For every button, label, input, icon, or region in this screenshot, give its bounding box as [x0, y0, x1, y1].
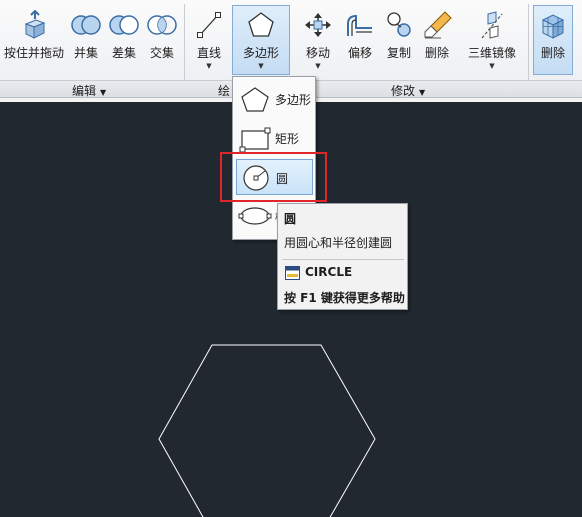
- hexagon-shape: [158, 344, 376, 517]
- erase-button[interactable]: 删除: [418, 6, 456, 76]
- erase-label: 删除: [424, 46, 449, 60]
- presspull-icon: [24, 10, 46, 39]
- copy-label: 复制: [386, 46, 411, 60]
- polygon-label: 多边形: [242, 46, 279, 60]
- eraser-icon: [424, 11, 452, 39]
- group-modify[interactable]: 修改 ▼: [391, 82, 425, 99]
- mirror3d-icon: [481, 11, 503, 39]
- subtract-label: 差集: [111, 46, 136, 60]
- subtract-icon: [109, 15, 139, 35]
- line-button[interactable]: 直线 ▼: [190, 6, 228, 76]
- tooltip-help: 按 F1 键获得更多帮助: [284, 291, 405, 305]
- extrude-label: 按住并拖动: [3, 46, 64, 60]
- move-label: 移动: [305, 46, 330, 60]
- extrude-button[interactable]: 按住并拖动: [2, 6, 66, 76]
- menu-item-polygon[interactable]: 多边形: [236, 81, 313, 117]
- move-icon: [305, 13, 331, 37]
- copy-button[interactable]: 复制: [380, 6, 418, 76]
- command-line-icon: [285, 266, 300, 280]
- line-dropdown-caret[interactable]: ▼: [206, 62, 211, 70]
- mirror3d-label: 三维镜像: [467, 46, 516, 60]
- polygon-dropdown-caret[interactable]: ▼: [258, 62, 263, 70]
- mirror3d-button[interactable]: 三维镜像 ▼: [462, 6, 522, 76]
- pentagon-icon: [248, 12, 274, 37]
- delete-cube-icon: [541, 14, 565, 39]
- tooltip-title: 圆: [284, 212, 297, 226]
- mirror3d-dropdown-caret[interactable]: ▼: [489, 62, 494, 70]
- group-draw[interactable]: 绘: [218, 82, 230, 99]
- group-draw-label: 绘: [218, 84, 231, 98]
- intersect-label: 交集: [149, 46, 174, 60]
- menu-item-rectangle[interactable]: 矩形: [236, 120, 313, 156]
- tooltip-command: CIRCLE: [305, 265, 353, 279]
- offset-icon: [347, 14, 372, 36]
- group-modify-label: 修改: [391, 84, 416, 98]
- delete-face-label: 删除: [540, 46, 565, 60]
- ellipse-icon: [238, 207, 272, 225]
- union-label: 并集: [73, 46, 98, 60]
- intersect-icon: [147, 15, 177, 35]
- menu-item-label: 多边形: [275, 93, 312, 107]
- group-edit[interactable]: 编辑 ▼: [72, 82, 106, 99]
- delete-face-button[interactable]: 删除: [533, 5, 573, 75]
- menu-item-label: 矩形: [275, 132, 300, 146]
- move-button[interactable]: 移动 ▼: [298, 6, 338, 76]
- circle-tooltip: 圆 用圆心和半径创建圆 CIRCLE 按 F1 键获得更多帮助: [277, 203, 408, 310]
- union-icon: [71, 15, 101, 35]
- chevron-down-icon: ▼: [419, 88, 426, 97]
- tooltip-description: 用圆心和半径创建圆: [284, 236, 393, 250]
- offset-label: 偏移: [347, 46, 372, 60]
- union-button[interactable]: 并集: [68, 6, 104, 76]
- line-icon: [197, 12, 221, 38]
- group-edit-label: 编辑: [72, 84, 97, 98]
- offset-button[interactable]: 偏移: [341, 6, 379, 76]
- chevron-down-icon: ▼: [100, 88, 107, 97]
- line-label: 直线: [196, 46, 221, 60]
- pentagon-icon: [241, 87, 269, 112]
- highlight-box: [220, 152, 327, 202]
- subtract-button[interactable]: 差集: [106, 6, 142, 76]
- tooltip-divider: [282, 259, 404, 260]
- copy-icon: [387, 12, 411, 37]
- move-dropdown-caret[interactable]: ▼: [315, 62, 320, 70]
- rectangle-icon: [239, 127, 271, 153]
- intersect-button[interactable]: 交集: [144, 6, 180, 76]
- polygon-button[interactable]: 多边形 ▼: [232, 5, 290, 75]
